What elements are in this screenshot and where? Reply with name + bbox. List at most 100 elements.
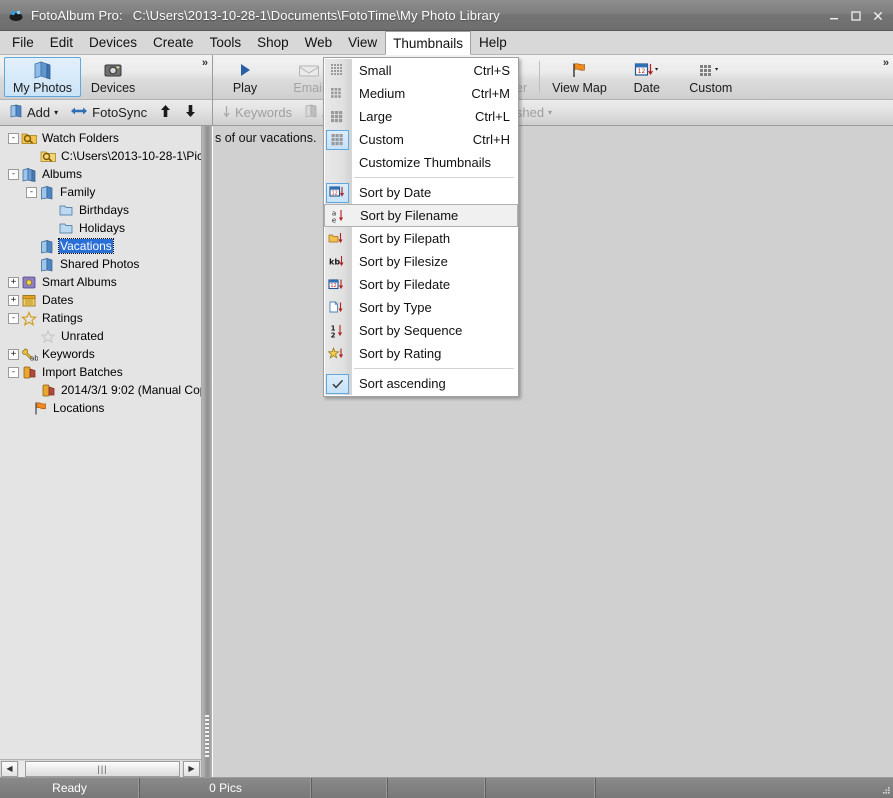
menu-item-customize-thumbnails[interactable]: Customize Thumbnails xyxy=(324,151,518,174)
maximize-button[interactable] xyxy=(845,5,867,27)
thumbnail-content-area[interactable]: s of our vacations. xyxy=(212,126,893,777)
add-button[interactable]: Add ▾ xyxy=(4,103,63,122)
tree-label[interactable]: Ratings xyxy=(41,311,84,325)
expander-toggle[interactable]: - xyxy=(8,366,19,378)
tree-row-selected[interactable]: Vacations xyxy=(2,237,201,255)
menu-edit[interactable]: Edit xyxy=(42,31,81,54)
resize-grip-icon[interactable] xyxy=(879,778,893,798)
tree-row[interactable]: Birthdays xyxy=(2,201,201,219)
album-blue-icon xyxy=(39,184,56,200)
tree-label[interactable]: Keywords xyxy=(41,347,96,361)
menu-label: Sort by Filesize xyxy=(359,254,448,269)
devices-button[interactable]: Devices xyxy=(81,57,145,97)
library-tree[interactable]: - Watch Folders C:\Users\2013-10-28-1\Pi… xyxy=(0,126,201,759)
grid-large-icon xyxy=(324,106,351,127)
tree-label[interactable]: C:\Users\2013-10-28-1\Pictu xyxy=(60,149,201,163)
fotosync-button[interactable]: FotoSync xyxy=(65,104,152,121)
expander-toggle[interactable]: - xyxy=(8,168,19,180)
left-toolbar-overflow-icon[interactable]: » xyxy=(202,57,208,69)
menu-item-sort-by-filesize[interactable]: kb Sort by Filesize xyxy=(324,250,518,273)
tree-label[interactable]: Import Batches xyxy=(41,365,124,379)
menu-tools[interactable]: Tools xyxy=(202,31,250,54)
tree-row[interactable]: + ab Keywords xyxy=(2,345,201,363)
tree-label[interactable]: 2014/3/1 9:02 (Manual Copy xyxy=(60,383,201,397)
menu-web[interactable]: Web xyxy=(297,31,341,54)
close-button[interactable] xyxy=(867,5,889,27)
scroll-left-button[interactable]: ◀ xyxy=(1,760,18,777)
menu-shop[interactable]: Shop xyxy=(249,31,297,54)
menu-view[interactable]: View xyxy=(340,31,385,54)
tree-label[interactable]: Shared Photos xyxy=(59,257,140,271)
tree-row[interactable]: - Family xyxy=(2,183,201,201)
my-photos-button[interactable]: My Photos xyxy=(4,57,82,97)
menu-item-medium[interactable]: Medium Ctrl+M xyxy=(324,82,518,105)
tree-label[interactable]: Albums xyxy=(41,167,83,181)
scroll-thumb[interactable]: ||| xyxy=(25,760,180,777)
menu-label: Custom xyxy=(359,132,404,147)
move-down-button[interactable] xyxy=(179,103,202,122)
sidebar-splitter[interactable] xyxy=(202,126,212,777)
menu-item-sort-ascending[interactable]: Sort ascending xyxy=(324,372,518,395)
tree-row[interactable]: 2014/3/1 9:02 (Manual Copy xyxy=(2,381,201,399)
tree-label[interactable]: Unrated xyxy=(60,329,105,343)
play-button[interactable]: Play xyxy=(213,55,277,99)
expander-toggle[interactable]: - xyxy=(8,132,19,144)
menu-item-sort-by-rating[interactable]: Sort by Rating xyxy=(324,342,518,365)
menu-help[interactable]: Help xyxy=(471,31,515,54)
tree-row[interactable]: - Ratings xyxy=(2,309,201,327)
minimize-button[interactable] xyxy=(823,5,845,27)
title-bar: FotoAlbum Pro: C:\Users\2013-10-28-1\Doc… xyxy=(0,0,893,31)
tree-row[interactable]: - Import Batches xyxy=(2,363,201,381)
expander-toggle[interactable]: - xyxy=(8,312,19,324)
menu-label: Sort by Filedate xyxy=(359,277,451,292)
tree-row[interactable]: - Albums xyxy=(2,165,201,183)
menu-item-sort-by-date[interactable]: 12 Sort by Date xyxy=(324,181,518,204)
menu-item-small[interactable]: Small Ctrl+S xyxy=(324,59,518,82)
tree-row[interactable]: + Smart Albums xyxy=(2,273,201,291)
scroll-right-button[interactable]: ▶ xyxy=(183,760,200,777)
menu-item-custom[interactable]: Custom Ctrl+H xyxy=(324,128,518,151)
tree-row[interactable]: Locations xyxy=(2,399,201,417)
tree-row[interactable]: Unrated xyxy=(2,327,201,345)
view-map-button[interactable]: View Map xyxy=(544,55,615,99)
menu-item-sort-by-filepath[interactable]: Sort by Filepath xyxy=(324,227,518,250)
expander-toggle[interactable]: - xyxy=(26,186,37,198)
menu-thumbnails[interactable]: Thumbnails xyxy=(385,31,471,55)
expander-toggle[interactable]: + xyxy=(8,294,19,306)
tree-row[interactable]: - Watch Folders xyxy=(2,129,201,147)
tree-label[interactable]: Smart Albums xyxy=(41,275,118,289)
tree-label[interactable]: Family xyxy=(59,185,96,199)
keywords-button[interactable]: Keywords xyxy=(217,104,297,122)
scroll-track[interactable]: ||| xyxy=(19,760,182,777)
sidebar-horizontal-scrollbar[interactable]: ◀ ||| ▶ xyxy=(0,759,201,777)
menu-item-sort-by-sequence[interactable]: 1 2 Sort by Sequence xyxy=(324,319,518,342)
right-toolbar-overflow-icon[interactable]: » xyxy=(883,57,889,69)
tree-row[interactable]: C:\Users\2013-10-28-1\Pictu xyxy=(2,147,201,165)
tree-label[interactable]: Watch Folders xyxy=(41,131,120,145)
menu-item-large[interactable]: Large Ctrl+L xyxy=(324,105,518,128)
expander-toggle[interactable]: + xyxy=(8,276,19,288)
film-roll-icon xyxy=(40,382,57,398)
tree-row[interactable]: Holidays xyxy=(2,219,201,237)
tree-row[interactable]: + Dates xyxy=(2,291,201,309)
move-up-button[interactable] xyxy=(154,103,177,122)
menu-item-sort-by-filename[interactable]: a e Sort by Filename xyxy=(324,204,518,227)
menu-file[interactable]: File xyxy=(4,31,42,54)
menu-item-sort-by-filedate[interactable]: 12 Sort by Filedate xyxy=(324,273,518,296)
tree-row[interactable]: Shared Photos xyxy=(2,255,201,273)
tree-label[interactable]: Birthdays xyxy=(78,203,130,217)
thumbnails-dropdown-menu[interactable]: Small Ctrl+S Medium Ctrl+M Large Ctrl+L … xyxy=(323,57,519,397)
tree-label-vacations[interactable]: Vacations xyxy=(58,238,114,254)
menu-item-sort-by-type[interactable]: Sort by Type xyxy=(324,296,518,319)
tree-label[interactable]: Holidays xyxy=(78,221,126,235)
menu-accelerator: Ctrl+M xyxy=(471,86,510,101)
calendar-icon xyxy=(21,292,38,308)
expander-toggle[interactable]: + xyxy=(8,348,19,360)
custom-thumbnails-button[interactable]: Custom xyxy=(679,55,743,99)
tree-label[interactable]: Locations xyxy=(52,401,105,415)
menu-create[interactable]: Create xyxy=(145,31,202,54)
menu-devices[interactable]: Devices xyxy=(81,31,145,54)
tree-label[interactable]: Dates xyxy=(41,293,74,307)
date-sort-button[interactable]: 12 Date xyxy=(615,55,679,99)
